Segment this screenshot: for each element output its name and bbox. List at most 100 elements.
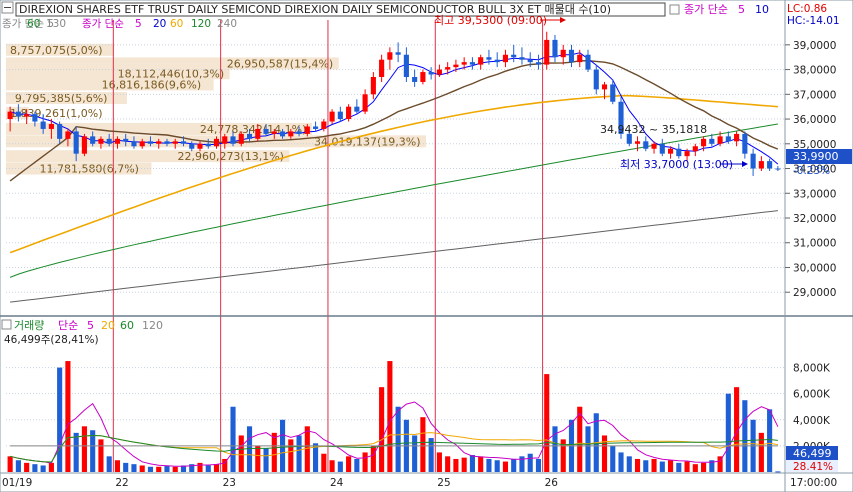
candle-body[interactable]	[81, 136, 87, 154]
volume-bar[interactable]	[544, 374, 550, 472]
volume-bar[interactable]	[362, 452, 368, 472]
candle-body[interactable]	[131, 141, 137, 147]
volume-bar[interactable]	[288, 439, 294, 472]
candle-body[interactable]	[494, 59, 500, 63]
candle-body[interactable]	[709, 138, 715, 144]
candle-body[interactable]	[255, 128, 261, 139]
volume-bar[interactable]	[428, 438, 434, 472]
candle-body[interactable]	[453, 64, 459, 68]
candle-body[interactable]	[461, 62, 467, 65]
volume-bar[interactable]	[106, 456, 112, 472]
candle-body[interactable]	[535, 62, 542, 65]
candle-body[interactable]	[568, 49, 575, 63]
volume-bar[interactable]	[164, 465, 170, 472]
volume-bar[interactable]	[329, 460, 335, 472]
candle-body[interactable]	[643, 141, 649, 149]
candle-body[interactable]	[32, 114, 38, 122]
candle-body[interactable]	[106, 138, 112, 144]
candle-body[interactable]	[445, 67, 451, 70]
candle-body[interactable]	[296, 131, 302, 134]
volume-bar[interactable]	[626, 456, 632, 472]
volume-bar[interactable]	[346, 456, 352, 472]
candle-body[interactable]	[585, 54, 591, 70]
volume-bar[interactable]	[478, 456, 484, 472]
candle-body[interactable]	[684, 151, 690, 157]
volume-bar[interactable]	[758, 432, 764, 472]
candle-body[interactable]	[98, 138, 104, 144]
volume-bar[interactable]	[304, 426, 310, 472]
candle-body[interactable]	[40, 121, 46, 129]
candle-body[interactable]	[412, 77, 418, 82]
candle-body[interactable]	[147, 141, 154, 144]
candle-body[interactable]	[560, 49, 566, 58]
candle-body[interactable]	[90, 136, 96, 144]
volume-bar[interactable]	[32, 464, 38, 472]
candle-body[interactable]	[725, 136, 731, 142]
volume-bar[interactable]	[767, 409, 773, 472]
candle-body[interactable]	[205, 143, 211, 147]
candle-body[interactable]	[767, 161, 773, 169]
volume-bar[interactable]	[585, 426, 591, 472]
volume-bar[interactable]	[511, 458, 517, 472]
volume-bar[interactable]	[172, 466, 178, 472]
candle-body[interactable]	[667, 148, 674, 154]
candle-body[interactable]	[387, 52, 393, 60]
volume-bar[interactable]	[676, 462, 682, 472]
volume-bar[interactable]	[379, 387, 385, 472]
candle-body[interactable]	[346, 106, 352, 120]
candle-body[interactable]	[717, 136, 723, 144]
candle-body[interactable]	[610, 84, 616, 102]
candle-body[interactable]	[379, 59, 385, 77]
volume-bar[interactable]	[643, 460, 649, 472]
volume-bar[interactable]	[73, 432, 79, 472]
volume-bar[interactable]	[321, 453, 327, 472]
volume-bar[interactable]	[40, 465, 46, 472]
volume-bar[interactable]	[205, 465, 211, 472]
volume-bar[interactable]	[65, 361, 71, 472]
candle-body[interactable]	[370, 77, 376, 95]
volume-bar[interactable]	[263, 448, 269, 472]
volume-bar[interactable]	[725, 393, 731, 472]
volume-bar[interactable]	[742, 400, 748, 472]
candle-body[interactable]	[758, 161, 764, 169]
volume-bar[interactable]	[486, 458, 492, 472]
candle-body[interactable]	[230, 136, 236, 144]
candle-body[interactable]	[420, 72, 426, 82]
volume-bar[interactable]	[445, 456, 451, 472]
candle-body[interactable]	[502, 54, 509, 63]
volume-bar[interactable]	[577, 406, 583, 472]
volume-bar[interactable]	[139, 465, 145, 472]
volume-bar[interactable]	[123, 462, 129, 472]
volume-bar[interactable]	[412, 435, 418, 472]
candle-body[interactable]	[329, 111, 335, 122]
candle-body[interactable]	[114, 138, 121, 144]
candle-body[interactable]	[15, 111, 21, 117]
candle-body[interactable]	[742, 133, 748, 154]
candle-body[interactable]	[263, 128, 269, 134]
candle-body[interactable]	[24, 114, 30, 117]
candle-body[interactable]	[321, 121, 327, 129]
candle-body[interactable]	[511, 54, 517, 58]
volume-bar[interactable]	[502, 461, 509, 472]
candle-body[interactable]	[73, 131, 79, 154]
volume-bar[interactable]	[395, 406, 401, 472]
volume-bar[interactable]	[238, 435, 244, 472]
candle-body[interactable]	[222, 136, 228, 144]
candle-body[interactable]	[659, 143, 665, 154]
volume-bar[interactable]	[7, 456, 13, 472]
volume-bar[interactable]	[246, 426, 253, 472]
candle-body[interactable]	[593, 69, 599, 90]
volume-bar[interactable]	[197, 462, 203, 472]
candle-body[interactable]	[428, 72, 434, 75]
volume-bar[interactable]	[461, 457, 467, 472]
candle-body[interactable]	[213, 138, 220, 147]
volume-bar[interactable]	[255, 445, 261, 472]
volume-bar[interactable]	[659, 461, 665, 472]
volume-bar[interactable]	[81, 426, 87, 472]
candle-body[interactable]	[527, 59, 533, 63]
volume-bar[interactable]	[469, 455, 475, 472]
volume-bar[interactable]	[610, 445, 616, 472]
candle-body[interactable]	[271, 131, 277, 134]
candle-body[interactable]	[651, 143, 657, 149]
candle-body[interactable]	[337, 111, 343, 120]
